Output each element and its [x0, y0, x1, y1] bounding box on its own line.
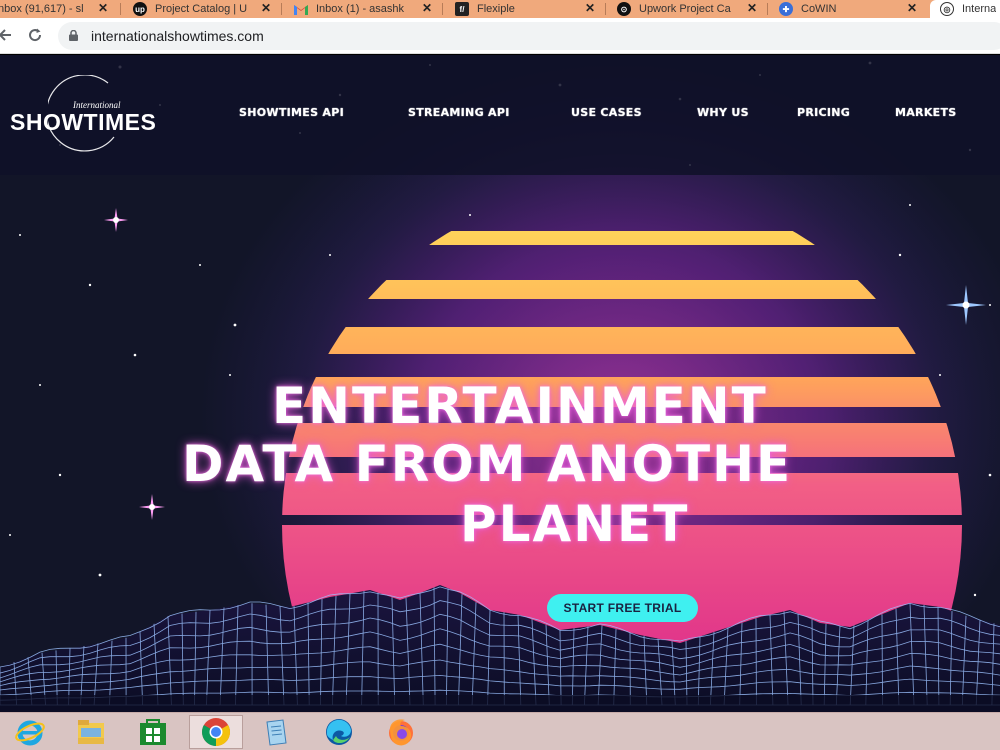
taskbar-file-explorer[interactable]	[67, 715, 115, 749]
tab-divider	[120, 3, 121, 15]
tab-title: Flexiple	[477, 3, 515, 15]
tab-close-icon[interactable]: ✕	[261, 1, 271, 15]
hero-headline-line-2: DATA FROM ANOTHE	[182, 435, 793, 493]
tab-showtimes[interactable]: ◎ Interna	[930, 0, 1000, 18]
edge-icon	[326, 719, 352, 745]
tab-divider	[442, 3, 443, 15]
gmail-icon	[294, 2, 308, 16]
tab-close-icon[interactable]: ✕	[422, 1, 432, 15]
tab-gmail-1[interactable]: nbox (91,617) - sl ✕	[0, 0, 118, 18]
chrome-icon	[202, 718, 230, 746]
nav-markets[interactable]: MARKETS	[895, 106, 957, 119]
start-free-trial-button[interactable]: START FREE TRIAL	[547, 594, 698, 622]
showtimes-icon: ◎	[940, 2, 954, 16]
nav-why-us[interactable]: WHY US	[697, 106, 749, 119]
url-text[interactable]: internationalshowtimes.com	[91, 28, 264, 44]
address-bar[interactable]: internationalshowtimes.com	[58, 22, 1000, 50]
tab-upwork-project[interactable]: ⊙ Upwork Project Ca ✕	[617, 0, 767, 18]
tab-close-icon[interactable]: ✕	[907, 1, 917, 15]
windows-taskbar	[0, 712, 1000, 750]
tab-flexiple[interactable]: f/ Flexiple ✕	[455, 0, 605, 18]
tab-upwork-catalog[interactable]: up Project Catalog | U ✕	[133, 0, 281, 18]
flexiple-icon: f/	[455, 2, 469, 16]
taskbar-store[interactable]	[129, 715, 177, 749]
back-arrow-icon	[0, 29, 11, 41]
nav-pricing[interactable]: PRICING	[797, 106, 850, 119]
tab-cowin[interactable]: ✚ CoWIN ✕	[779, 0, 927, 18]
hero-headline-line-3: PLANET	[460, 495, 690, 553]
internet-explorer-icon	[15, 720, 45, 746]
tab-title: Project Catalog | U	[155, 3, 248, 15]
reload-icon	[29, 28, 42, 42]
tab-title: Inbox (1) - asashk	[316, 3, 405, 15]
upwork-icon: up	[133, 2, 147, 16]
tab-title: Interna	[962, 3, 997, 15]
tab-title: CoWIN	[801, 3, 837, 15]
file-explorer-icon	[78, 720, 104, 744]
tab-divider	[281, 3, 282, 15]
taskbar-edge[interactable]	[315, 715, 363, 749]
mesh-vertical-line	[881, 614, 883, 706]
cowin-icon: ✚	[779, 2, 793, 16]
site-logo[interactable]: International SHOWTIMES	[10, 75, 185, 160]
tab-gmail-2[interactable]: Inbox (1) - asashk ✕	[294, 0, 442, 18]
taskbar-notepad[interactable]	[252, 715, 300, 749]
nav-use-cases[interactable]: USE CASES	[571, 106, 642, 119]
tab-close-icon[interactable]: ✕	[747, 1, 757, 15]
back-button[interactable]	[0, 24, 16, 46]
firefox-icon	[389, 719, 413, 746]
taskbar-internet-explorer[interactable]	[6, 715, 54, 749]
hero-headline-line-1: ENTERTAINMENT	[272, 377, 768, 435]
lock-icon[interactable]	[69, 30, 78, 41]
web-page: International SHOWTIMES SHOWTIMES API ST…	[0, 55, 1000, 712]
nav-showtimes-api[interactable]: SHOWTIMES API	[239, 106, 344, 119]
tab-divider	[767, 3, 768, 15]
upwork-icon: ⊙	[617, 2, 631, 16]
notepad-icon	[266, 719, 287, 746]
tab-title: Upwork Project Ca	[639, 3, 731, 15]
reload-button[interactable]	[24, 24, 46, 46]
tab-title: nbox (91,617) - sl	[0, 3, 84, 15]
taskbar-firefox[interactable]	[377, 715, 425, 749]
tab-divider	[605, 3, 606, 15]
tab-close-icon[interactable]: ✕	[98, 1, 108, 15]
browser-toolbar: internationalshowtimes.com	[0, 18, 1000, 54]
taskbar-chrome[interactable]	[189, 715, 243, 749]
nav-streaming-api[interactable]: STREAMING API	[408, 106, 510, 119]
browser-tab-strip: nbox (91,617) - sl ✕ up Project Catalog …	[0, 0, 1000, 18]
logo-wordmark: SHOWTIMES	[10, 109, 157, 135]
store-icon	[140, 719, 166, 745]
tab-close-icon[interactable]: ✕	[585, 1, 595, 15]
